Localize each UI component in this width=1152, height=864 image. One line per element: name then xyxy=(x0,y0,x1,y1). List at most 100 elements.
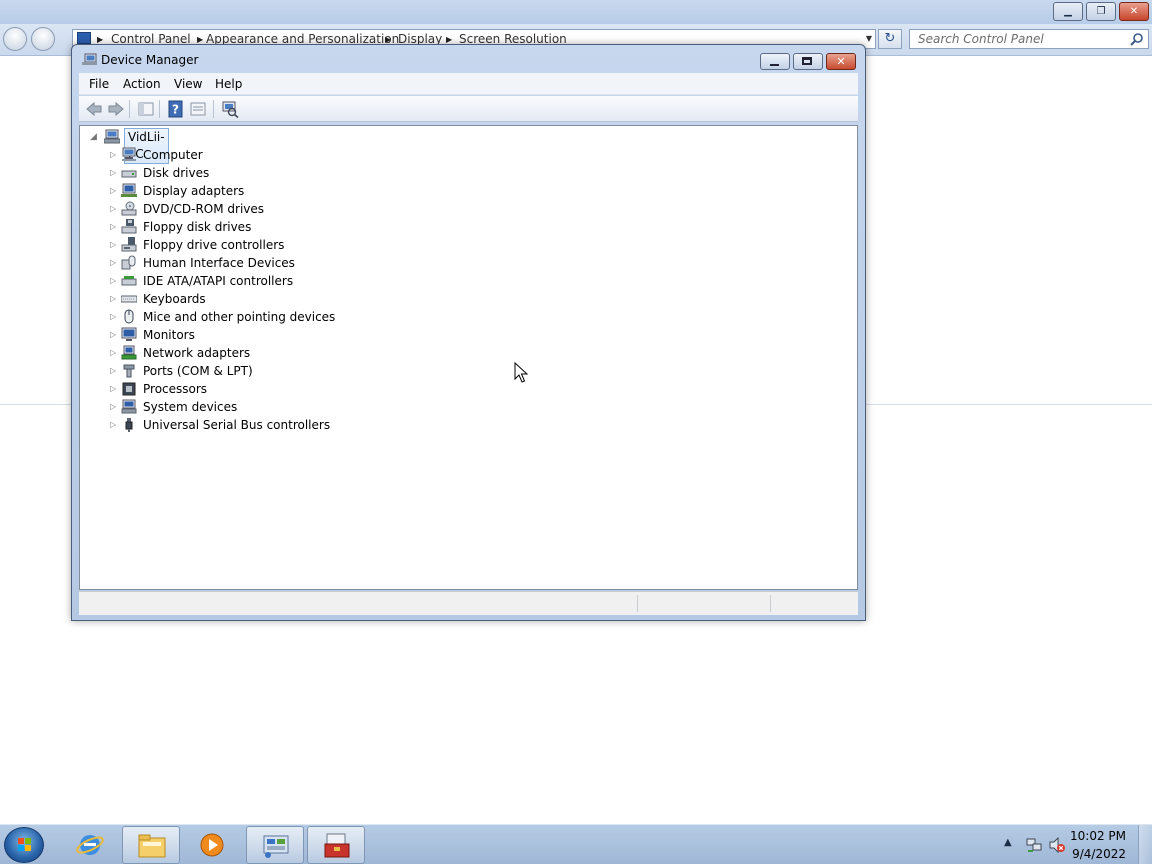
minimize-icon xyxy=(770,64,779,66)
expand-triangle-icon[interactable]: ▷ xyxy=(110,168,118,178)
search-placeholder: Search Control Panel xyxy=(918,32,1044,46)
forward-arrow-icon[interactable] xyxy=(107,100,125,118)
menu-action[interactable]: Action xyxy=(123,76,161,92)
expand-triangle-icon[interactable]: ▷ xyxy=(110,240,118,250)
back-arrow-icon[interactable] xyxy=(85,100,103,118)
clock-time[interactable]: 10:02 PM xyxy=(1070,829,1126,843)
expand-triangle-icon[interactable]: ▷ xyxy=(110,366,118,376)
hid-icon xyxy=(121,255,136,270)
device-category-label[interactable]: IDE ATA/ATAPI controllers xyxy=(143,272,293,290)
device-manager-icon xyxy=(324,833,350,858)
search-icon xyxy=(1130,33,1143,46)
computer-icon xyxy=(104,129,120,144)
expand-triangle-icon[interactable]: ▷ xyxy=(110,294,118,304)
control-panel-minimize-button[interactable]: ▁ xyxy=(1053,2,1083,21)
device-category-label[interactable]: Network adapters xyxy=(143,344,250,362)
device-category-label[interactable]: Floppy disk drives xyxy=(143,218,251,236)
device-category-label[interactable]: Human Interface Devices xyxy=(143,254,295,272)
device-category-label[interactable]: Floppy drive controllers xyxy=(143,236,284,254)
clock-date[interactable]: 9/4/2022 xyxy=(1072,847,1126,861)
ide-controller-icon xyxy=(121,276,137,286)
device-category-label[interactable]: Processors xyxy=(143,380,207,398)
expand-triangle-icon[interactable]: ▷ xyxy=(110,384,118,394)
toolbar-separator xyxy=(213,100,214,118)
internet-explorer-icon xyxy=(76,835,104,855)
show-desktop-button[interactable] xyxy=(1138,825,1152,864)
floppy-controller-icon xyxy=(121,237,137,252)
address-history-chevron-down-icon[interactable]: ▼ xyxy=(864,31,874,47)
properties-icon[interactable] xyxy=(189,100,207,118)
expand-triangle-icon[interactable]: ▷ xyxy=(110,150,118,160)
taskbar-device-manager[interactable] xyxy=(307,826,365,864)
taskbar-control-panel[interactable] xyxy=(246,826,304,864)
windows-logo-icon xyxy=(18,838,31,851)
control-panel-icon xyxy=(263,835,289,858)
device-category-label[interactable]: Mice and other pointing devices xyxy=(143,308,335,326)
help-icon[interactable]: ? xyxy=(167,100,185,118)
dvd-drive-icon xyxy=(121,201,137,216)
volume-muted-icon[interactable] xyxy=(1049,837,1065,853)
device-category-label[interactable]: DVD/CD-ROM drives xyxy=(143,200,264,218)
device-category-label[interactable]: Computer xyxy=(143,146,203,164)
taskbar-internet-explorer[interactable] xyxy=(61,826,119,864)
close-icon: ✕ xyxy=(836,55,846,68)
maximize-button[interactable] xyxy=(793,53,823,70)
disk-drive-icon xyxy=(121,170,137,178)
refresh-button[interactable]: ↻ xyxy=(878,29,902,49)
expand-triangle-icon[interactable]: ▷ xyxy=(110,348,118,358)
status-bar xyxy=(79,591,858,615)
menu-bar: File Action View Help xyxy=(79,73,858,95)
close-button[interactable]: ✕ xyxy=(826,53,856,70)
expand-triangle-icon[interactable]: ▷ xyxy=(110,420,118,430)
minimize-button[interactable] xyxy=(760,53,790,70)
start-button[interactable] xyxy=(4,827,44,863)
maximize-icon xyxy=(802,57,812,65)
device-manager-icon xyxy=(82,53,97,65)
expand-triangle-icon[interactable]: ▷ xyxy=(110,186,118,196)
system-tray: ▲ 10:02 PM 9/4/2022 xyxy=(982,825,1152,864)
collapse-triangle-icon[interactable]: ◢ xyxy=(90,132,98,142)
control-panel-close-button[interactable]: ✕ xyxy=(1119,2,1149,21)
status-separator xyxy=(637,595,638,612)
show-hide-console-tree-icon[interactable] xyxy=(137,100,155,118)
expand-triangle-icon[interactable]: ▷ xyxy=(110,204,118,214)
menu-help[interactable]: Help xyxy=(215,76,242,92)
menu-view[interactable]: View xyxy=(174,76,202,92)
control-panel-titlebar xyxy=(0,0,1152,24)
device-category-label[interactable]: System devices xyxy=(143,398,237,416)
window-title: Device Manager xyxy=(101,53,199,67)
monitor-icon xyxy=(121,327,137,341)
search-input[interactable]: Search Control Panel xyxy=(909,29,1149,49)
taskbar-media-player[interactable] xyxy=(183,826,241,864)
device-category-label[interactable]: Keyboards xyxy=(143,290,206,308)
taskbar-windows-explorer[interactable] xyxy=(122,826,180,864)
computer-icon xyxy=(122,147,136,161)
expand-triangle-icon[interactable]: ▷ xyxy=(110,330,118,340)
background-divider xyxy=(0,404,71,405)
expand-triangle-icon[interactable]: ▷ xyxy=(110,276,118,286)
expand-triangle-icon[interactable]: ▷ xyxy=(110,258,118,268)
keyboard-icon xyxy=(121,295,137,303)
device-category-label[interactable]: Disk drives xyxy=(143,164,209,182)
floppy-disk-icon xyxy=(121,219,137,234)
menu-file[interactable]: File xyxy=(89,76,109,92)
back-button[interactable] xyxy=(3,27,27,51)
toolbar: ? xyxy=(79,96,858,122)
expand-triangle-icon[interactable]: ▷ xyxy=(110,402,118,412)
device-category-label[interactable]: Monitors xyxy=(143,326,195,344)
system-device-icon xyxy=(121,399,137,414)
background-divider xyxy=(866,404,1152,405)
expand-triangle-icon[interactable]: ▷ xyxy=(110,312,118,322)
device-category-label[interactable]: Ports (COM & LPT) xyxy=(143,362,253,380)
show-hidden-icons-chevron-up-icon[interactable]: ▲ xyxy=(1004,837,1012,848)
device-tree[interactable]: ◢ VidLii-PC ▷ Computer ▷ Disk drives ▷ Displa… xyxy=(79,125,858,590)
network-icon[interactable] xyxy=(1026,837,1042,853)
forward-button[interactable] xyxy=(31,27,55,51)
expand-triangle-icon[interactable]: ▷ xyxy=(110,222,118,232)
scan-hardware-icon[interactable] xyxy=(221,100,239,118)
toolbar-separator xyxy=(159,100,160,118)
usb-icon xyxy=(125,418,133,432)
device-category-label[interactable]: Universal Serial Bus controllers xyxy=(143,416,330,434)
control-panel-restore-button[interactable]: ❐ xyxy=(1086,2,1116,21)
device-category-label[interactable]: Display adapters xyxy=(143,182,244,200)
